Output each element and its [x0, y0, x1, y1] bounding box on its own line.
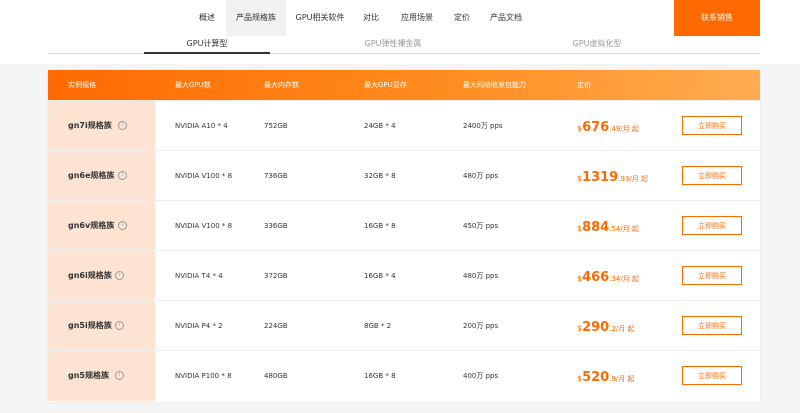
info-icon[interactable]: i [115, 321, 124, 330]
nav-item-pricing[interactable]: 定价 [446, 0, 478, 36]
tab-gpu-bare-metal[interactable]: GPU弹性裸金属 [340, 36, 446, 54]
table-header: 实例规格 最大GPU数 最大内存数 最大GPU显存 最大网络收发包能力 定价 [48, 70, 760, 100]
row-name: gn7i规格族 [68, 121, 112, 130]
price-decimal: .34 [609, 275, 621, 283]
nav-item-specs[interactable]: 产品规格族 [226, 0, 286, 36]
spec-table: 实例规格 最大GPU数 最大内存数 最大GPU显存 最大网络收发包能力 定价 g… [48, 70, 760, 402]
cell-gpu-memory: 8GB * 2 [364, 322, 392, 330]
row-name: gn5i规格族 [68, 321, 112, 330]
tab-gpu-virtualized[interactable]: GPU虚拟化型 [544, 36, 650, 54]
contact-sales-button[interactable]: 联系销售 [674, 0, 760, 36]
row-name: gn5规格族 [68, 371, 109, 380]
top-nav: 概述 产品规格族 GPU相关软件 对比 应用场景 定价 产品文档 联系销售 [0, 0, 800, 37]
table-row: gn5i规格族 i NVIDIA P4 * 2 224GB 8GB * 2 200… [48, 300, 760, 351]
row-name: gn6i规格族 [68, 271, 112, 280]
price: $676.49/月 起 [577, 101, 639, 154]
price-decimal: .93 [618, 175, 630, 183]
cell-gpu-memory: 32GB * 8 [364, 172, 396, 180]
price-unit: /月 起 [620, 225, 639, 233]
price: $884.54/月 起 [577, 201, 639, 254]
nav-item-scenarios[interactable]: 应用场景 [390, 0, 444, 36]
price-integer: 676 [582, 120, 610, 135]
cell-gpu: NVIDIA V100 * 8 [175, 172, 233, 180]
nav-item-gpu-software[interactable]: GPU相关软件 [288, 0, 352, 36]
cell-pps: 480万 pps [463, 272, 499, 280]
cell-memory: 752GB [264, 122, 288, 130]
info-icon[interactable]: i [118, 171, 127, 180]
nav-item-compare[interactable]: 对比 [354, 0, 388, 36]
price-decimal: .49 [609, 125, 621, 133]
row-name-cell: gn5规格族 i [48, 351, 155, 401]
info-icon[interactable]: i [118, 121, 127, 130]
cell-pps: 200万 pps [463, 322, 499, 330]
table-row: gn6i规格族 i NVIDIA T4 * 4 372GB 16GB * 4 48… [48, 250, 760, 301]
cell-gpu: NVIDIA T4 * 4 [175, 272, 223, 280]
row-name: gn6e规格族 [68, 171, 115, 180]
price: $290.2/月 起 [577, 301, 635, 354]
price-unit: /月 起 [615, 375, 635, 383]
price-integer: 466 [582, 270, 610, 285]
header-spec: 实例规格 [68, 81, 96, 89]
cell-gpu: NVIDIA P100 * 8 [175, 372, 232, 380]
table-row: gn5规格族 i NVIDIA P100 * 8 480GB 16GB * 8 4… [48, 350, 760, 401]
buy-now-button[interactable]: 立即购买 [682, 216, 742, 235]
header-max-pps: 最大网络收发包能力 [463, 81, 526, 89]
nav-item-docs[interactable]: 产品文档 [480, 0, 532, 36]
info-icon[interactable]: i [115, 371, 124, 380]
info-icon[interactable]: i [118, 221, 127, 230]
header-max-gpu: 最大GPU数 [175, 81, 211, 89]
row-name-cell: gn7i规格族 i [48, 101, 155, 151]
buy-now-button[interactable]: 立即购买 [682, 116, 742, 135]
price: $466.34/月 起 [577, 251, 639, 304]
row-name-cell: gn6i规格族 i [48, 251, 155, 301]
row-name: gn6v规格族 [68, 221, 115, 230]
header-price: 定价 [577, 81, 591, 89]
row-name-cell: gn5i规格族 i [48, 301, 155, 351]
header-max-gpu-memory: 最大GPU显存 [364, 81, 407, 89]
price-integer: 1319 [582, 170, 619, 185]
tab-bar: GPU计算型 GPU弹性裸金属 GPU虚拟化型 [0, 36, 800, 64]
price-unit: /月 起 [629, 175, 649, 183]
price-unit: /月 起 [620, 275, 639, 283]
price-integer: 290 [582, 320, 610, 335]
cell-gpu: NVIDIA P4 * 2 [175, 322, 223, 330]
cell-gpu-memory: 16GB * 8 [364, 372, 396, 380]
cell-gpu: NVIDIA V100 * 8 [175, 222, 233, 230]
cell-pps: 400万 pps [463, 372, 499, 380]
tab-active-indicator [144, 52, 270, 54]
price-integer: 520 [582, 370, 610, 385]
cell-gpu-memory: 16GB * 8 [364, 222, 396, 230]
cell-pps: 2400万 pps [463, 122, 503, 130]
cell-memory: 372GB [264, 272, 288, 280]
cell-pps: 450万 pps [463, 222, 499, 230]
price-decimal: .9 [609, 375, 616, 383]
buy-now-button[interactable]: 立即购买 [682, 366, 742, 385]
cell-gpu: NVIDIA A10 * 4 [175, 122, 228, 130]
buy-now-button[interactable]: 立即购买 [682, 316, 742, 335]
price: $520.9/月 起 [577, 351, 635, 404]
price-unit: /月 起 [620, 125, 639, 133]
table-row: gn6v规格族 i NVIDIA V100 * 8 336GB 16GB * 8 … [48, 200, 760, 251]
buy-now-button[interactable]: 立即购买 [682, 266, 742, 285]
cell-memory: 336GB [264, 222, 288, 230]
table-row: gn6e规格族 i NVIDIA V100 * 8 736GB 32GB * 8 … [48, 150, 760, 201]
info-icon[interactable]: i [115, 271, 124, 280]
row-name-cell: gn6e规格族 i [48, 151, 155, 201]
price-decimal: .2 [609, 325, 616, 333]
cell-memory: 224GB [264, 322, 288, 330]
buy-now-button[interactable]: 立即购买 [682, 166, 742, 185]
cell-memory: 736GB [264, 172, 288, 180]
price-decimal: .54 [609, 225, 621, 233]
row-name-cell: gn6v规格族 i [48, 201, 155, 251]
cell-memory: 480GB [264, 372, 288, 380]
price-unit: /月 起 [615, 325, 635, 333]
cell-pps: 480万 pps [463, 172, 499, 180]
price-integer: 884 [582, 220, 610, 235]
cell-gpu-memory: 24GB * 4 [364, 122, 396, 130]
header-max-memory: 最大内存数 [264, 81, 299, 89]
cell-gpu-memory: 16GB * 4 [364, 272, 396, 280]
price: $1319.93/月 起 [577, 151, 648, 204]
nav-item-overview[interactable]: 概述 [190, 0, 224, 36]
table-row: gn7i规格族 i NVIDIA A10 * 4 752GB 24GB * 4 2… [48, 100, 760, 151]
